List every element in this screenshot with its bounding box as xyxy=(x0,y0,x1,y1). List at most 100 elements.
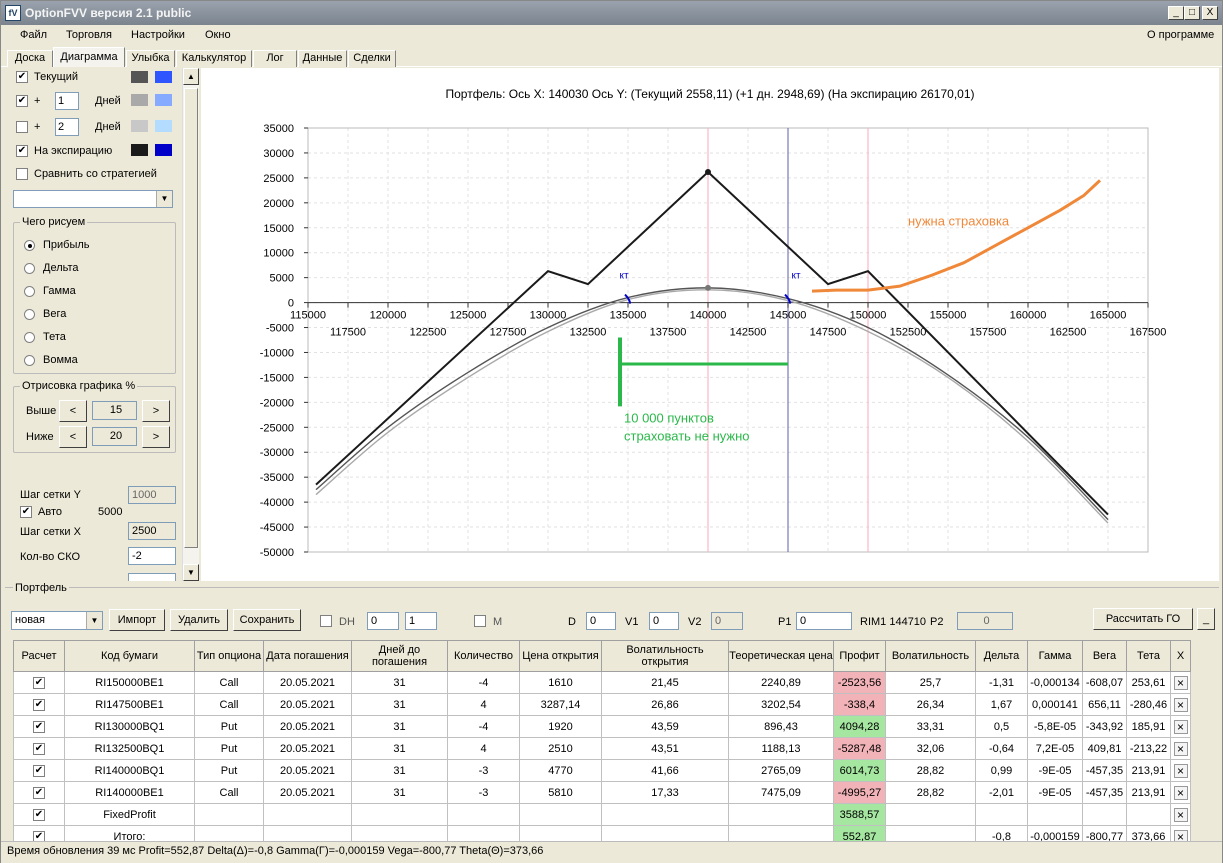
d-input[interactable]: 0 xyxy=(586,612,616,630)
chevron-down-icon[interactable]: ▼ xyxy=(86,612,102,629)
expiry-color-swatch-2[interactable] xyxy=(155,144,172,156)
remove-row-icon[interactable]: × xyxy=(1173,697,1188,712)
checkbox-checked-icon[interactable]: ✔ xyxy=(33,787,45,799)
tab-board[interactable]: Доска xyxy=(7,50,53,67)
calc-checkbox-cell[interactable]: ✔ xyxy=(13,781,65,804)
column-header[interactable]: Тип опциона xyxy=(194,640,264,672)
v1-input[interactable]: 0 xyxy=(649,612,679,630)
remove-cell[interactable]: × xyxy=(1170,759,1191,782)
menu-window[interactable]: Окно xyxy=(205,29,231,41)
column-header[interactable]: Тета xyxy=(1126,640,1171,672)
minimize-button[interactable]: _ xyxy=(1168,6,1184,20)
v2-input[interactable]: 0 xyxy=(711,612,743,630)
column-header[interactable]: Дельта xyxy=(975,640,1028,672)
remove-row-icon[interactable]: × xyxy=(1173,719,1188,734)
portfolio-select[interactable]: новая ▼ xyxy=(11,611,103,630)
remove-row-icon[interactable]: × xyxy=(1173,741,1188,756)
checkbox-checked-icon[interactable]: ✔ xyxy=(33,699,45,711)
current-checkbox[interactable]: ✔ Текущий xyxy=(16,71,78,83)
remove-cell[interactable]: × xyxy=(1170,781,1191,804)
dh-spin-1[interactable]: 0 xyxy=(367,612,399,630)
radio-delta[interactable]: Дельта xyxy=(24,262,79,274)
table-row[interactable]: ✔ RI150000BE1 Call 20.05.2021 31 -4 1610 21,45 2… xyxy=(13,671,1191,694)
column-header[interactable]: Профит xyxy=(833,640,886,672)
table-row[interactable]: ✔ FixedProfit 3588,57 × xyxy=(13,803,1191,826)
calc-checkbox-cell[interactable]: ✔ xyxy=(13,759,65,782)
settings-scrollbar[interactable]: ▲ ▼ xyxy=(182,68,199,581)
scroll-up-icon[interactable]: ▲ xyxy=(183,68,199,85)
save-button[interactable]: Сохранить xyxy=(233,609,301,631)
delete-button[interactable]: Удалить xyxy=(170,609,228,631)
column-header[interactable]: Количество xyxy=(447,640,520,672)
radio-profit[interactable]: Прибыль xyxy=(24,239,90,251)
p2-input[interactable]: 0 xyxy=(957,612,1013,630)
column-header[interactable]: X xyxy=(1170,640,1191,672)
menu-file[interactable]: Файл xyxy=(20,29,47,41)
calc-checkbox-cell[interactable]: ✔ xyxy=(13,715,65,738)
extra-input[interactable] xyxy=(128,573,176,581)
plus1-days-input[interactable]: 1 xyxy=(55,92,79,110)
column-header[interactable]: Код бумаги xyxy=(64,640,195,672)
menu-trading[interactable]: Торговля xyxy=(66,29,112,41)
calc-checkbox-cell[interactable]: ✔ xyxy=(13,803,65,826)
expiry-color-swatch[interactable] xyxy=(131,144,148,156)
grid-y-input[interactable]: 1000 xyxy=(128,486,176,504)
below-increase-button[interactable]: > xyxy=(142,426,170,448)
checkbox-checked-icon[interactable]: ✔ xyxy=(33,765,45,777)
chart-area[interactable]: Портфель: Ось X: 140030 Ось Y: (Текущий … xyxy=(201,68,1219,581)
expiry-checkbox[interactable]: ✔ На экспирацию xyxy=(16,145,112,157)
above-increase-button[interactable]: > xyxy=(142,400,170,422)
column-header[interactable]: Расчет xyxy=(13,640,65,672)
chevron-down-icon[interactable]: ▼ xyxy=(156,191,172,207)
scroll-thumb[interactable] xyxy=(184,88,198,548)
calc-checkbox-cell[interactable]: ✔ xyxy=(13,737,65,760)
menu-settings[interactable]: Настройки xyxy=(131,29,185,41)
calculate-margin-button[interactable]: Рассчитать ГО xyxy=(1093,608,1193,630)
maximize-button[interactable]: □ xyxy=(1184,6,1200,20)
plus2-color-swatch[interactable] xyxy=(131,120,148,132)
tab-smile[interactable]: Улыбка xyxy=(126,50,175,67)
p1-input[interactable]: 0 xyxy=(796,612,852,630)
tab-log[interactable]: Лог xyxy=(253,50,297,67)
checkbox-checked-icon[interactable]: ✔ xyxy=(33,809,45,821)
payoff-chart[interactable]: 35000 30000 25000 20000 15000 10000 5000 0 -5000… xyxy=(201,68,1219,581)
calc-checkbox-cell[interactable]: ✔ xyxy=(13,671,65,694)
remove-row-icon[interactable]: × xyxy=(1173,785,1188,800)
column-header[interactable]: Дней до погашения xyxy=(351,640,448,672)
radio-vega[interactable]: Вега xyxy=(24,308,66,320)
remove-row-icon[interactable]: × xyxy=(1173,763,1188,778)
plus1-checkbox[interactable]: ✔ + xyxy=(16,95,40,107)
checkbox-checked-icon[interactable]: ✔ xyxy=(33,743,45,755)
close-button[interactable]: X xyxy=(1202,6,1218,20)
column-header[interactable]: Волатильность xyxy=(885,640,976,672)
auto-checkbox[interactable]: ✔ Авто xyxy=(20,506,62,518)
remove-cell[interactable]: × xyxy=(1170,803,1191,826)
plus2-days-input[interactable]: 2 xyxy=(55,118,79,136)
remove-cell[interactable]: × xyxy=(1170,693,1191,716)
radio-vomma[interactable]: Вомма xyxy=(24,354,78,366)
column-header[interactable]: Волатильность открытия xyxy=(601,640,729,672)
scroll-down-icon[interactable]: ▼ xyxy=(183,564,199,581)
checkbox-checked-icon[interactable]: ✔ xyxy=(33,677,45,689)
menu-about[interactable]: О программе xyxy=(1147,29,1214,41)
plus1-color-swatch-2[interactable] xyxy=(155,94,172,106)
column-header[interactable]: Теоретическая цена xyxy=(728,640,834,672)
current-color-swatch[interactable] xyxy=(131,71,148,83)
table-row[interactable]: ✔ RI130000BQ1 Put 20.05.2021 31 -4 1920 43,59 89… xyxy=(13,715,1191,738)
sko-input[interactable]: -2 xyxy=(128,547,176,565)
table-row[interactable]: ✔ RI140000BQ1 Put 20.05.2021 31 -3 4770 41,66 27… xyxy=(13,759,1191,782)
tab-data[interactable]: Данные xyxy=(298,50,347,67)
table-row[interactable]: ✔ RI147500BE1 Call 20.05.2021 31 4 3287,14 26,8… xyxy=(13,693,1191,716)
remove-cell[interactable]: × xyxy=(1170,671,1191,694)
remove-row-icon[interactable]: × xyxy=(1173,807,1188,822)
table-row[interactable]: ✔ RI140000BE1 Call 20.05.2021 31 -3 5810 17,33 7… xyxy=(13,781,1191,804)
checkbox-checked-icon[interactable]: ✔ xyxy=(33,721,45,733)
compare-checkbox[interactable]: Сравнить со стратегией xyxy=(16,168,157,180)
tab-deals[interactable]: Сделки xyxy=(348,50,396,67)
current-color-swatch-2[interactable] xyxy=(155,71,172,83)
tab-calculator[interactable]: Калькулятор xyxy=(176,50,252,67)
strategy-select[interactable]: ▼ xyxy=(13,190,173,208)
calc-checkbox-cell[interactable]: ✔ xyxy=(13,693,65,716)
table-row[interactable]: ✔ RI132500BQ1 Put 20.05.2021 31 4 2510 43,51 118… xyxy=(13,737,1191,760)
collapse-button[interactable]: _ xyxy=(1197,608,1215,630)
